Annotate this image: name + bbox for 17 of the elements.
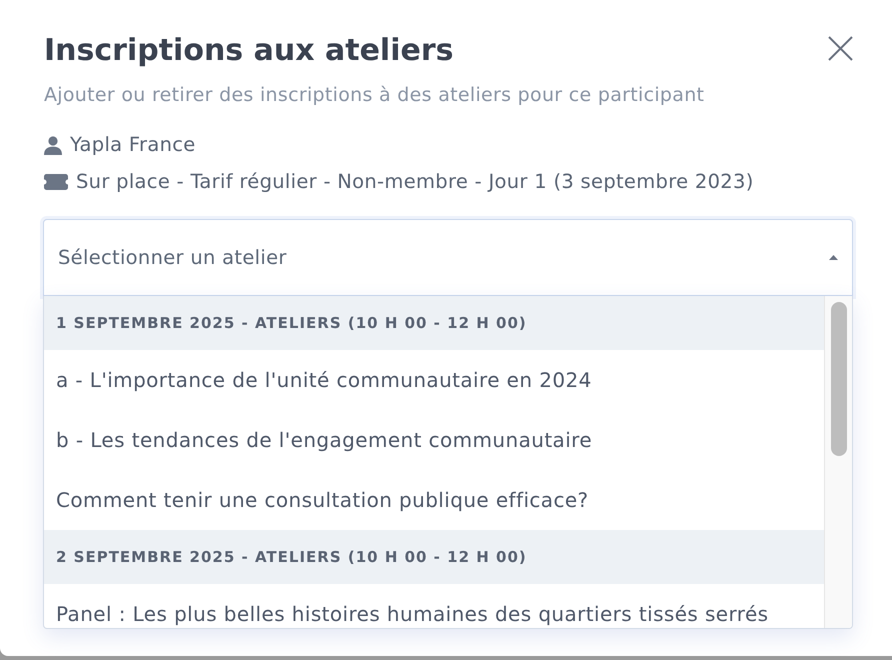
option-group-header: 1 SEPTEMBRE 2025 - ATELIERS (10 H 00 - 12 H 00) <box>44 296 824 350</box>
participant-name: Yapla France <box>70 132 196 158</box>
ticket-icon <box>44 174 68 190</box>
dropdown-option[interactable]: a - L'importance de l'unité communautaire en 2024 <box>44 350 824 410</box>
select-field[interactable]: Sélectionner un atelier <box>43 219 853 296</box>
close-button[interactable] <box>828 36 853 61</box>
dropdown-option[interactable]: b - Les tendances de l'engagement communautaire <box>44 410 824 470</box>
dropdown-option[interactable]: Comment tenir une consultation publique efficace? <box>44 470 824 530</box>
dialog-title: Inscriptions aux ateliers <box>44 32 454 70</box>
person-icon <box>44 136 62 154</box>
ticket-description: Sur place - Tarif régulier - Non-membre - Jour 1 (3 septembre 2023) <box>76 169 754 195</box>
dropdown-option[interactable]: Panel : Les plus belles histoires humaines des quartiers tissés serrés <box>44 584 824 628</box>
close-icon <box>828 36 853 61</box>
option-group-header: 2 SEPTEMBRE 2025 - ATELIERS (10 H 00 - 12 H 00) <box>44 530 824 584</box>
scrollbar-thumb[interactable] <box>831 302 847 456</box>
caret-icon <box>829 255 838 260</box>
dialog-subtitle: Ajouter ou retirer des inscriptions à des ateliers pour ce participant <box>44 83 704 108</box>
